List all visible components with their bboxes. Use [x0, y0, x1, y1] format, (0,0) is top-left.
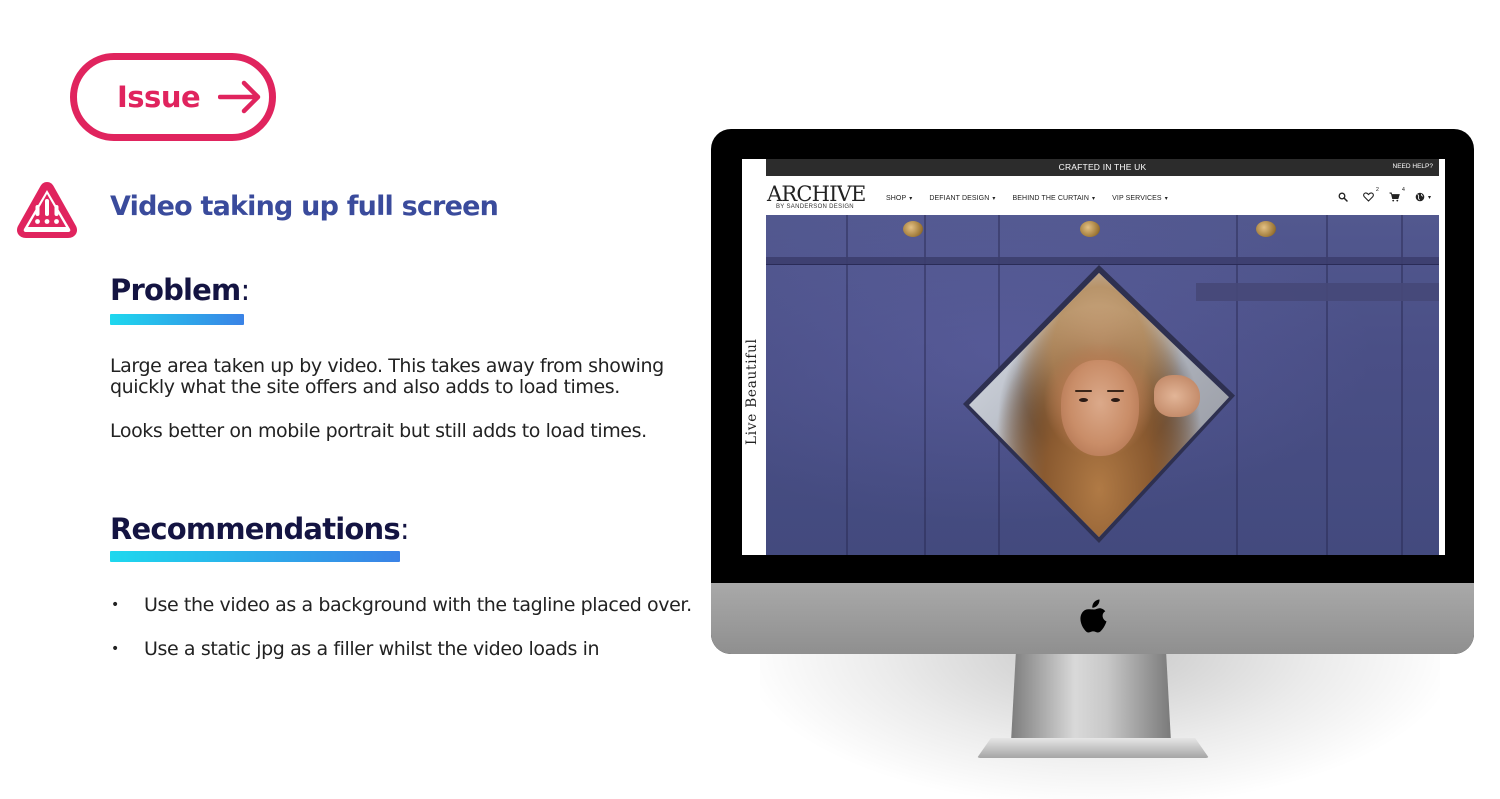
door-plank [1401, 215, 1403, 555]
recommendations-heading: Recommendations: [110, 512, 410, 546]
side-tagline: Live Beautiful [744, 338, 760, 445]
list-item-text: Use a static jpg as a filler whilst the … [144, 638, 600, 660]
cart-icon[interactable]: 4 [1389, 187, 1405, 202]
caret-down-icon: ▾ [992, 196, 996, 202]
eye [1111, 398, 1120, 402]
cart-count: 4 [1401, 187, 1405, 193]
site-logo[interactable]: ARCHIVE BY SANDERSON DESIGN [767, 184, 866, 211]
side-strip: Live Beautiful [742, 159, 766, 555]
monitor-stand-base [977, 738, 1209, 758]
monitor-stand-neck [1011, 654, 1171, 742]
caret-down-icon: ▾ [1092, 196, 1096, 202]
door-plank [1326, 215, 1328, 555]
hero-video[interactable] [766, 215, 1439, 555]
logo-sub-text: BY SANDERSON DESIGN [776, 204, 854, 210]
announcement-text: CRAFTED IN THE UK [1058, 162, 1147, 172]
nav-item-vip-services[interactable]: VIP SERVICES ▾ [1112, 195, 1168, 202]
arrow-right-icon [218, 80, 261, 114]
main-nav: SHOP ▾ DEFIANT DESIGN ▾ BEHIND THE CURTAIN… [886, 195, 1185, 202]
website-screenshot: Live Beautiful CRAFTED IN THE UK NEED HE… [742, 159, 1445, 555]
door-knob [903, 221, 923, 237]
hand [1154, 375, 1200, 417]
caret-down-icon: ▾ [1164, 196, 1168, 202]
heart-icon[interactable]: 2 [1363, 187, 1379, 202]
problem-heading: Problem: [110, 273, 250, 307]
caret-down-icon: ▾ [909, 196, 913, 202]
problem-paragraph: Looks better on mobile portrait but stil… [110, 420, 647, 442]
nav-item-label: SHOP [886, 195, 907, 202]
list-item-text: Use the video as a background with the t… [144, 594, 692, 616]
nav-item-behind-the-curtain[interactable]: BEHIND THE CURTAIN ▾ [1013, 195, 1096, 202]
problem-heading-text: Problem [110, 273, 241, 307]
door-plank [924, 215, 926, 555]
list-item: • Use the video as a background with the … [111, 594, 692, 616]
monitor-chin [711, 583, 1474, 654]
door-bracket [1196, 283, 1439, 301]
announcement-bar: CRAFTED IN THE UK NEED HELP? [766, 159, 1439, 176]
site-navbar: ARCHIVE BY SANDERSON DESIGN SHOP ▾ DEFIAN… [766, 176, 1439, 215]
nav-item-defiant-design[interactable]: DEFIANT DESIGN ▾ [929, 195, 995, 202]
door-rail [766, 257, 1439, 265]
recommendations-list: • Use the video as a background with the … [110, 594, 692, 682]
wishlist-count: 2 [1375, 187, 1379, 193]
search-icon[interactable] [1338, 192, 1348, 202]
caret-down-icon: ▾ [1427, 194, 1431, 201]
recommendations-underline [110, 551, 400, 562]
door-plank [1236, 215, 1238, 555]
need-help-link[interactable]: NEED HELP? [1393, 163, 1433, 170]
problem-underline [110, 314, 244, 325]
door-plank [846, 215, 848, 555]
eyebrow [1075, 390, 1092, 392]
eye [1079, 398, 1088, 402]
door-knob [1256, 221, 1276, 237]
nav-icons: 2 4 ▾ [1323, 187, 1431, 202]
issue-button-label: Issue [117, 80, 201, 114]
eyebrow [1107, 390, 1124, 392]
door-knob [1080, 221, 1100, 237]
face [1061, 360, 1139, 456]
logo-main-text: ARCHIVE [767, 182, 866, 206]
recommendations-heading-text: Recommendations [110, 512, 401, 546]
issue-title: Video taking up full screen [110, 191, 499, 222]
nav-item-shop[interactable]: SHOP ▾ [886, 195, 912, 202]
issue-button[interactable]: Issue [70, 53, 276, 141]
warning-triangle-icon [16, 182, 78, 238]
list-item: • Use a static jpg as a filler whilst the… [111, 638, 600, 660]
apple-logo-icon [1080, 599, 1107, 633]
nav-item-label: VIP SERVICES [1112, 195, 1162, 202]
nav-item-label: BEHIND THE CURTAIN [1012, 195, 1089, 202]
globe-icon[interactable]: ▾ [1415, 192, 1431, 202]
problem-paragraph: Large area taken up by video. This takes… [110, 355, 664, 398]
nav-item-label: DEFIANT DESIGN [929, 195, 990, 202]
